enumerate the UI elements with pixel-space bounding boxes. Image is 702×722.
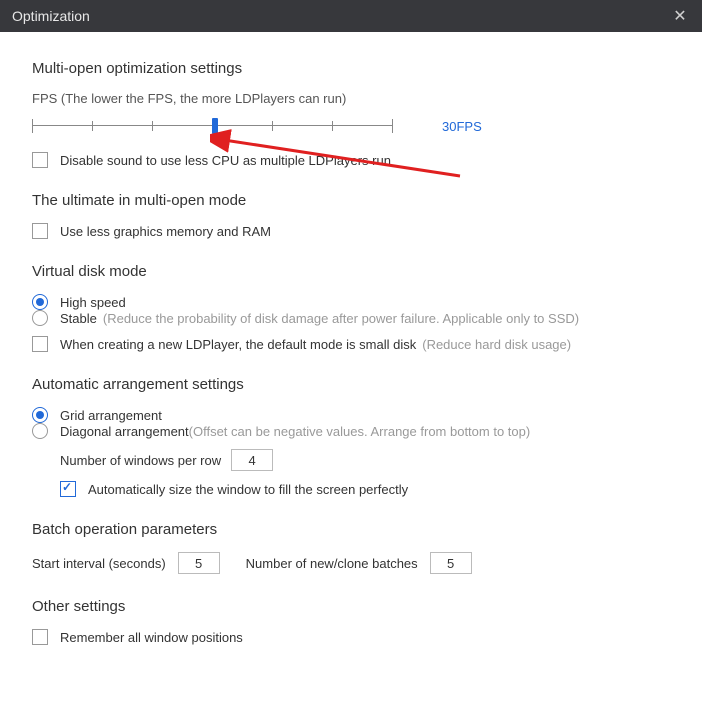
remember-positions-label: Remember all window positions bbox=[60, 630, 243, 645]
slider-tick bbox=[332, 121, 333, 131]
fps-description: FPS (The lower the FPS, the more LDPlaye… bbox=[32, 91, 670, 106]
high-speed-option[interactable]: High speed bbox=[32, 294, 126, 310]
stable-label: Stable bbox=[60, 311, 97, 326]
section-title-other: Other settings bbox=[32, 598, 670, 615]
high-speed-label: High speed bbox=[60, 295, 126, 310]
small-disk-hint: (Reduce hard disk usage) bbox=[422, 337, 571, 352]
section-title-multi-open: Multi-open optimization settings bbox=[32, 60, 670, 77]
section-title-batch: Batch operation parameters bbox=[32, 521, 670, 538]
auto-size-row: Automatically size the window to fill th… bbox=[32, 481, 670, 497]
batches-label: Number of new/clone batches bbox=[246, 556, 418, 571]
section-virtual-disk: Virtual disk mode High speed Stable (Red… bbox=[32, 263, 670, 352]
small-disk-label: When creating a new LDPlayer, the defaul… bbox=[60, 337, 416, 352]
less-graphics-row: Use less graphics memory and RAM bbox=[32, 223, 670, 239]
less-graphics-checkbox[interactable] bbox=[32, 223, 48, 239]
window-title: Optimization bbox=[12, 8, 90, 24]
diagonal-option[interactable]: Diagonal arrangement (Offset can be nega… bbox=[32, 423, 530, 439]
window-titlebar: Optimization ✕ bbox=[0, 0, 702, 32]
slider-tick bbox=[392, 119, 393, 133]
remember-positions-row: Remember all window positions bbox=[32, 629, 670, 645]
section-title-ultimate: The ultimate in multi-open mode bbox=[32, 192, 670, 209]
arrangement-radio-group: Grid arrangement Diagonal arrangement (O… bbox=[32, 407, 670, 439]
disable-sound-label: Disable sound to use less CPU as multipl… bbox=[60, 153, 391, 168]
section-batch: Batch operation parameters Start interva… bbox=[32, 521, 670, 574]
batches-input[interactable] bbox=[430, 552, 472, 574]
section-title-virtual-disk: Virtual disk mode bbox=[32, 263, 670, 280]
diagonal-hint: (Offset can be negative values. Arrange … bbox=[189, 424, 531, 439]
disable-sound-checkbox[interactable] bbox=[32, 152, 48, 168]
windows-per-row-label: Number of windows per row bbox=[60, 453, 221, 468]
fps-slider[interactable] bbox=[32, 116, 392, 136]
small-disk-row: When creating a new LDPlayer, the defaul… bbox=[32, 336, 670, 352]
grid-radio[interactable] bbox=[32, 407, 48, 423]
stable-option[interactable]: Stable (Reduce the probability of disk d… bbox=[32, 310, 579, 326]
windows-per-row-input[interactable] bbox=[231, 449, 273, 471]
slider-tick bbox=[92, 121, 93, 131]
small-disk-checkbox[interactable] bbox=[32, 336, 48, 352]
slider-handle[interactable] bbox=[212, 118, 218, 134]
auto-size-checkbox[interactable] bbox=[60, 481, 76, 497]
disable-sound-row: Disable sound to use less CPU as multipl… bbox=[32, 152, 670, 168]
slider-tick bbox=[272, 121, 273, 131]
section-multi-open: Multi-open optimization settings FPS (Th… bbox=[32, 60, 670, 168]
diagonal-label: Diagonal arrangement bbox=[60, 424, 189, 439]
stable-hint: (Reduce the probability of disk damage a… bbox=[103, 311, 579, 326]
diagonal-radio[interactable] bbox=[32, 423, 48, 439]
slider-tick bbox=[32, 119, 33, 133]
start-interval-label: Start interval (seconds) bbox=[32, 556, 166, 571]
section-title-arrangement: Automatic arrangement settings bbox=[32, 376, 670, 393]
start-interval-input[interactable] bbox=[178, 552, 220, 574]
close-icon[interactable]: ✕ bbox=[670, 6, 690, 26]
stable-radio[interactable] bbox=[32, 310, 48, 326]
section-arrangement: Automatic arrangement settings Grid arra… bbox=[32, 376, 670, 497]
content-area: Multi-open optimization settings FPS (Th… bbox=[0, 32, 702, 645]
section-other: Other settings Remember all window posit… bbox=[32, 598, 670, 645]
section-ultimate: The ultimate in multi-open mode Use less… bbox=[32, 192, 670, 239]
windows-per-row-row: Number of windows per row bbox=[32, 449, 670, 471]
fps-slider-row: 30FPS bbox=[32, 116, 670, 136]
fps-value-label: 30FPS bbox=[442, 119, 482, 134]
disk-mode-radio-group: High speed Stable (Reduce the probabilit… bbox=[32, 294, 670, 326]
high-speed-radio[interactable] bbox=[32, 294, 48, 310]
remember-positions-checkbox[interactable] bbox=[32, 629, 48, 645]
grid-label: Grid arrangement bbox=[60, 408, 162, 423]
slider-tick bbox=[152, 121, 153, 131]
grid-option[interactable]: Grid arrangement bbox=[32, 407, 162, 423]
auto-size-label: Automatically size the window to fill th… bbox=[88, 482, 408, 497]
less-graphics-label: Use less graphics memory and RAM bbox=[60, 224, 271, 239]
batch-inputs-row: Start interval (seconds) Number of new/c… bbox=[32, 552, 670, 574]
